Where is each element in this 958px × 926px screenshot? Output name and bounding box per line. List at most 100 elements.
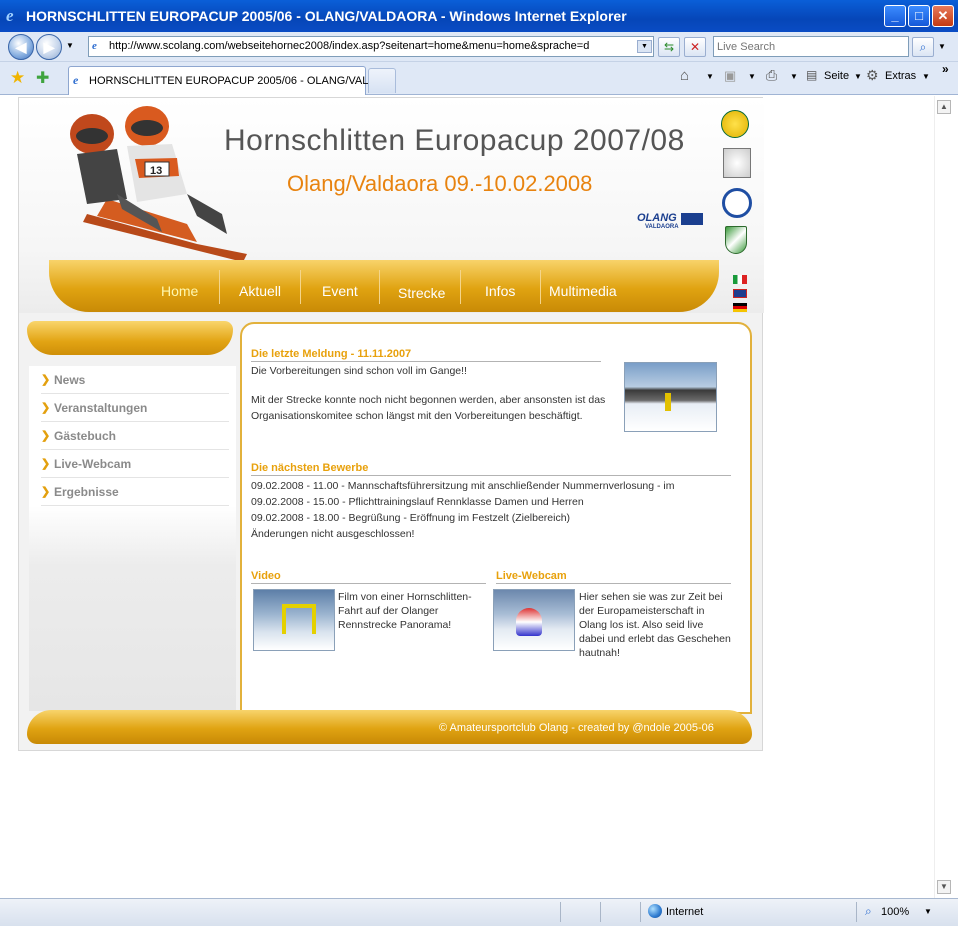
favorites-star-icon[interactable]: ★ (10, 68, 25, 88)
home-icon[interactable]: ⌂ (680, 67, 689, 84)
copyright-text: © Amateursportclub Olang - created by @n… (439, 722, 714, 734)
crest-badge-icon[interactable] (723, 148, 751, 178)
latest-news-paragraph: Mit der Strecke konnte noch nicht begonn… (251, 394, 606, 422)
zoom-level[interactable]: 100% (881, 906, 909, 918)
forward-button[interactable]: ▶ (36, 34, 62, 60)
nav-separator (300, 270, 301, 304)
bib-number: 13 (150, 165, 162, 177)
print-icon[interactable]: ⎙ (766, 67, 777, 84)
scroll-down-icon[interactable]: ▼ (937, 880, 951, 894)
refresh-button[interactable]: ⇆ (658, 37, 680, 57)
back-button[interactable]: ◀ (8, 34, 34, 60)
nav-strecke[interactable]: Strecke (398, 285, 445, 301)
refresh-icon: ⇆ (663, 40, 675, 54)
address-dropdown-icon[interactable]: ▼ (637, 40, 652, 53)
print-dropdown-icon[interactable]: ▼ (790, 72, 798, 81)
sled-riders-image: 13 (70, 106, 247, 262)
sidebar-item-live-webcam[interactable]: ❯ Live-Webcam (41, 450, 229, 478)
asc-olang-badge-icon[interactable] (722, 188, 752, 218)
next-races-heading[interactable]: Die nächsten Bewerbe (251, 462, 731, 476)
magnifier-icon: ⌕ (919, 40, 927, 54)
flag-german-icon[interactable] (733, 303, 747, 312)
new-tab-button[interactable] (368, 68, 396, 93)
stop-icon: ✕ (689, 40, 701, 54)
sidebar-header (27, 321, 233, 355)
tab-title: HORNSCHLITTEN EUROPACUP 2005/06 - OLANG/… (89, 75, 378, 87)
tools-menu-button[interactable]: Extras (885, 70, 916, 82)
video-thumbnail[interactable] (253, 589, 335, 651)
minimize-button[interactable]: _ (884, 5, 906, 27)
coat-of-arms-icon[interactable] (725, 226, 747, 254)
gear-icon: ⚙ (866, 67, 879, 83)
search-input[interactable] (714, 37, 908, 56)
sidebar-item-label: Ergebnisse (54, 485, 119, 499)
sidebar-item-gaestebuch[interactable]: ❯ Gästebuch (41, 422, 229, 450)
flag-english-icon[interactable] (733, 289, 747, 298)
close-button[interactable]: ✕ (932, 5, 954, 27)
sidebar-item-label: Gästebuch (54, 429, 117, 443)
status-bar: Internet ⌕ 100% ▼ (0, 898, 958, 926)
finish-arch-shape (282, 604, 316, 634)
page-menu-button[interactable]: Seite (824, 70, 849, 82)
flag-italian-icon[interactable] (733, 275, 747, 284)
race-line: 09.02.2008 - 18.00 - Begrüßung - Eröffnu… (251, 512, 571, 524)
address-url: http://www.scolang.com/webseitehornec200… (109, 40, 590, 52)
nav-event[interactable]: Event (322, 283, 358, 299)
window-title: HORNSCHLITTEN EUROPACUP 2005/06 - OLANG/… (26, 8, 627, 24)
video-heading[interactable]: Video (251, 570, 486, 584)
window-title-bar[interactable]: e HORNSCHLITTEN EUROPACUP 2005/06 - OLAN… (0, 0, 958, 32)
website-container: 13 Hornschlitten Europacup 2007/08 Olang… (18, 97, 764, 751)
more-tools-button[interactable]: » (942, 62, 949, 76)
zoom-dropdown-icon[interactable]: ▼ (924, 907, 932, 916)
maximize-button[interactable]: □ (908, 5, 930, 27)
status-divider (560, 902, 561, 922)
arrow-right-icon: ❯ (41, 458, 51, 470)
security-zone: Internet (666, 906, 704, 918)
race-line: 09.02.2008 - 11.00 - Mannschaftsführersi… (251, 480, 675, 492)
nav-home[interactable]: Home (161, 283, 198, 299)
olang-logo-text: OLANG (637, 212, 677, 224)
site-footer: © Amateursportclub Olang - created by @n… (27, 710, 752, 744)
fil-badge-icon[interactable] (721, 110, 749, 138)
sidebar-item-news[interactable]: ❯ News (41, 366, 229, 394)
sidebar-item-ergebnisse[interactable]: ❯ Ergebnisse (41, 478, 229, 506)
news-photo[interactable] (624, 362, 717, 432)
history-dropdown-icon[interactable]: ▼ (66, 41, 74, 50)
home-dropdown-icon[interactable]: ▼ (706, 72, 714, 81)
vertical-scrollbar[interactable]: ▲ ▼ (934, 96, 952, 898)
latest-news-heading[interactable]: Die letzte Meldung - 11.11.2007 (251, 348, 601, 362)
sidebar-item-label: News (54, 373, 86, 387)
search-options-icon[interactable]: ▼ (938, 42, 946, 51)
webcam-description: Hier sehen sie was zur Zeit bei der Euro… (579, 591, 731, 659)
webcam-heading[interactable]: Live-Webcam (496, 570, 731, 584)
nav-separator (460, 270, 461, 304)
search-box[interactable] (713, 36, 909, 57)
forward-arrow-icon: ▶ (43, 39, 55, 55)
page-dropdown-icon[interactable]: ▼ (854, 72, 862, 81)
arrow-right-icon: ❯ (41, 402, 51, 414)
stop-button[interactable]: ✕ (684, 37, 706, 57)
video-description: Film von einer Hornschlitten-Fahrt auf d… (338, 591, 472, 631)
main-content: Die letzte Meldung - 11.11.2007 Die Vorb… (240, 322, 752, 714)
tab-page-icon: e (73, 73, 79, 87)
address-field[interactable]: e http://www.scolang.com/webseitehornec2… (88, 36, 654, 57)
feeds-dropdown-icon[interactable]: ▼ (748, 72, 756, 81)
search-button[interactable]: ⌕ (912, 37, 934, 57)
nav-infos[interactable]: Infos (485, 283, 515, 299)
nav-aktuell[interactable]: Aktuell (239, 283, 281, 299)
nav-multimedia[interactable]: Multimedia (549, 283, 617, 299)
feeds-icon[interactable]: ▣ (724, 68, 736, 84)
olang-logo: OLANG VALDAORA (637, 212, 705, 234)
tab-current[interactable]: e HORNSCHLITTEN EUROPACUP 2005/06 - OLAN… (68, 66, 378, 95)
ie-logo-icon: e (6, 6, 14, 25)
tools-dropdown-icon[interactable]: ▼ (922, 72, 930, 81)
site-subtitle: Olang/Valdaora 09.-10.02.2008 (287, 171, 593, 196)
add-favorites-icon[interactable]: ✚ (36, 68, 49, 88)
webcam-thumbnail[interactable] (493, 589, 575, 651)
sidebar-item-veranstaltungen[interactable]: ❯ Veranstaltungen (41, 394, 229, 422)
scroll-up-icon[interactable]: ▲ (937, 100, 951, 114)
sidebar-menu: ❯ News ❯ Veranstaltungen ❯ Gästebuch ❯ L… (29, 366, 236, 711)
site-title: Hornschlitten Europacup 2007/08 (224, 124, 685, 157)
sidebar-item-label: Live-Webcam (54, 457, 132, 471)
zoom-icon: ⌕ (865, 904, 872, 918)
